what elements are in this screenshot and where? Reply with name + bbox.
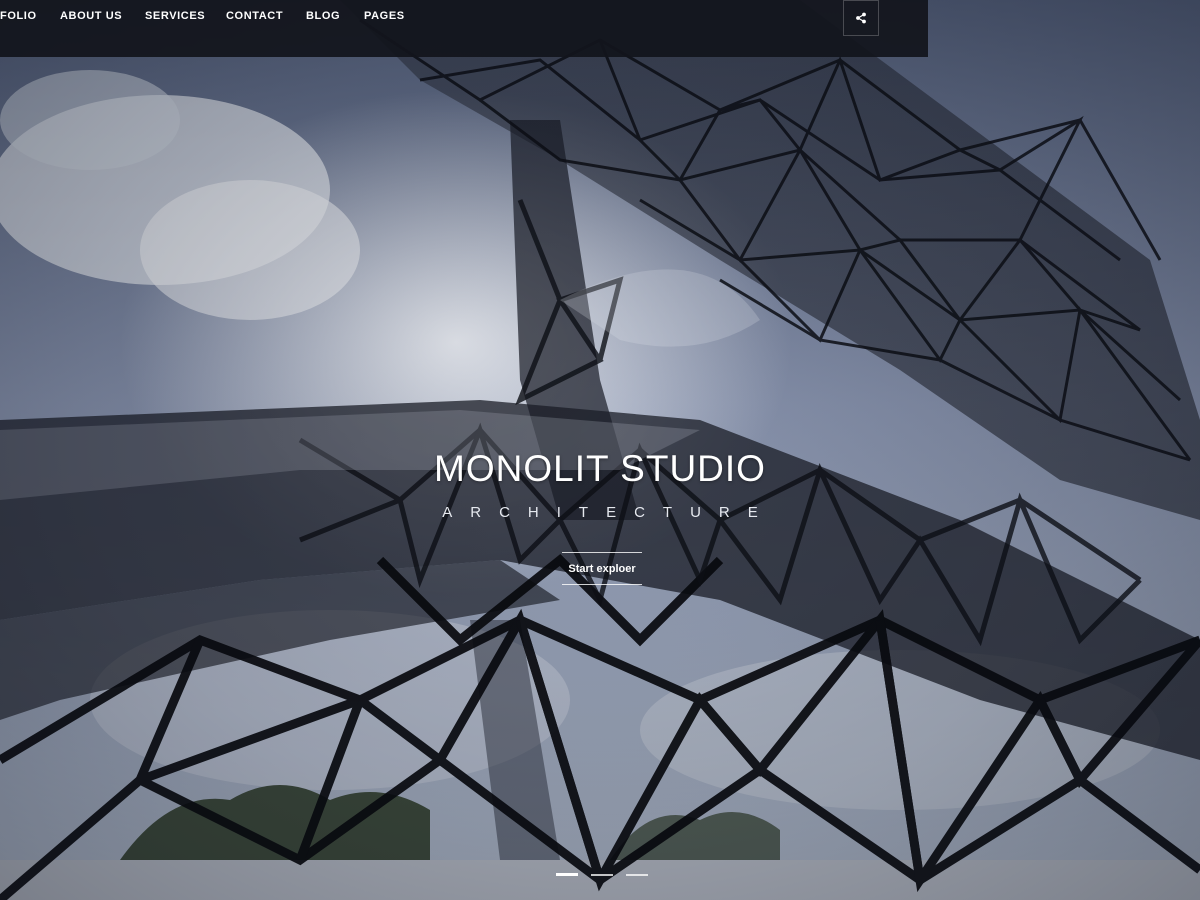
nav-item-blog[interactable]: BLOG	[306, 10, 340, 22]
nav-item-portfolio[interactable]: FOLIO	[0, 10, 37, 22]
hero-title: MONOLIT STUDIO	[434, 448, 766, 489]
nav-item-pages[interactable]: PAGES	[364, 10, 405, 22]
share-icon	[856, 12, 866, 24]
slider-dot-3[interactable]	[626, 874, 648, 876]
nav-item-contact[interactable]: CONTACT	[226, 10, 283, 22]
nav-item-services[interactable]: SERVICES	[145, 10, 205, 22]
share-button[interactable]	[843, 0, 879, 36]
start-explore-button[interactable]: Start exploer	[562, 552, 642, 585]
nav-item-about-us[interactable]: ABOUT US	[60, 10, 122, 22]
top-navbar: FOLIO ABOUT US SERVICES CONTACT BLOG PAG…	[0, 0, 928, 57]
hero-subtitle: ARCHITECTURE	[442, 504, 776, 521]
hero-section: FOLIO ABOUT US SERVICES CONTACT BLOG PAG…	[0, 0, 1200, 900]
slider-dot-1[interactable]	[556, 873, 578, 876]
slider-dot-2[interactable]	[591, 874, 613, 876]
slider-pagination	[556, 872, 652, 880]
